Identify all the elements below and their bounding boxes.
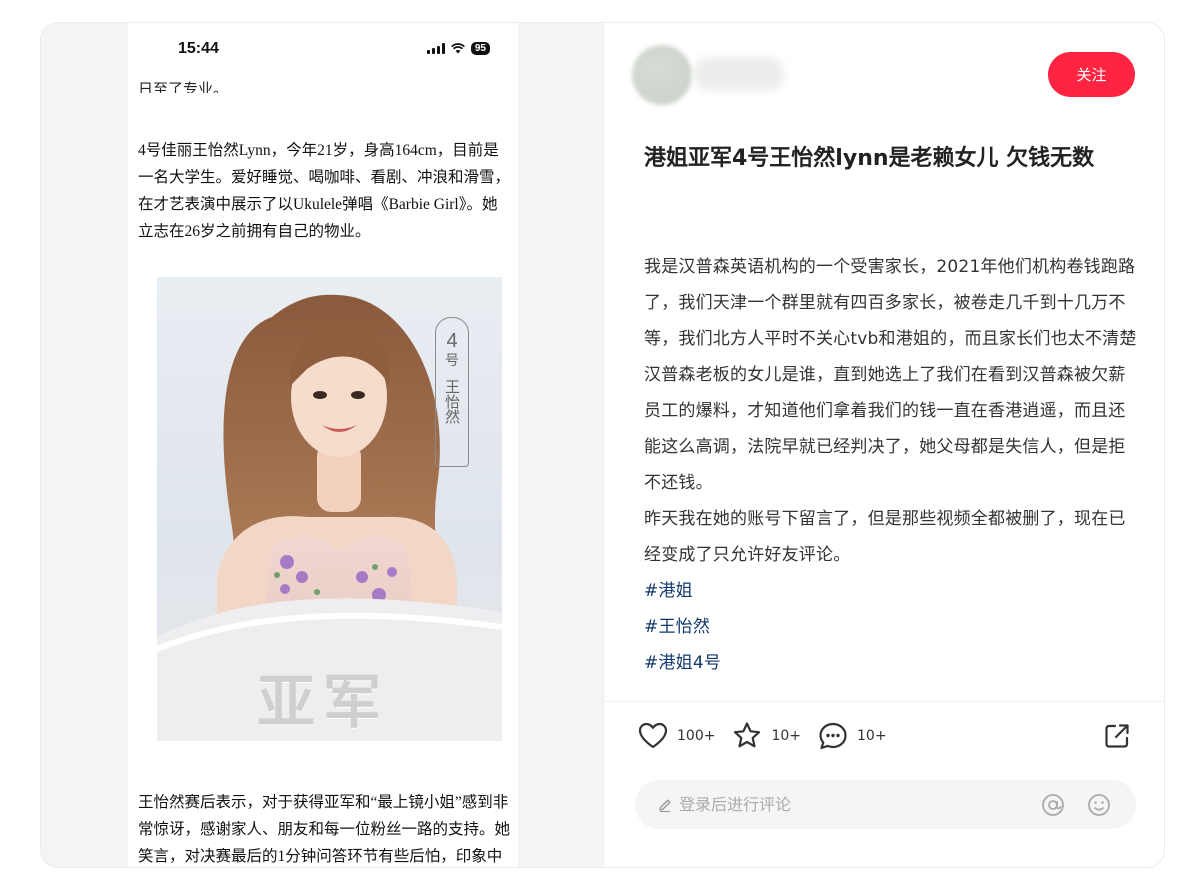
share-icon[interactable] (1102, 721, 1132, 751)
like-count: 100+ (677, 728, 716, 744)
battery-icon: 95 (470, 42, 490, 55)
post-body-paragraph-1: 我是汉普森英语机构的一个受害家长，2021年他们机构卷钱跑路了，我们天津一个群里… (644, 257, 1137, 493)
post-body-paragraph-2: 昨天我在她的账号下留言了，但是那些视频全都被删了，现在已经变成了只允许好友评论。 (644, 509, 1126, 565)
post-title: 港姐亚军4号王怡然lynn是老赖女儿 欠钱无数 (644, 146, 1095, 171)
award-title: 亚军 (257, 668, 390, 736)
heart-icon (638, 722, 668, 749)
mention-icon[interactable] (1040, 792, 1066, 818)
note-card: 15:44 95 日至了专业。 4号佳丽王怡然Lynn，今年21岁，身高164c… (40, 22, 1165, 868)
contestant-number-suffix: 号 (445, 353, 459, 369)
cut-text: 日至了专业。 (138, 82, 229, 93)
status-time: 15:44 (178, 40, 219, 57)
comment-button[interactable]: 10+ (817, 720, 887, 752)
author-avatar[interactable] (632, 45, 692, 105)
hashtag-link[interactable]: #港姐 (644, 573, 1139, 609)
phone-screenshot: 15:44 95 日至了专业。 4号佳丽王怡然Lynn，今年21岁，身高164c… (128, 23, 518, 867)
hashtag-link[interactable]: #港姐4号 (644, 645, 1139, 681)
post-detail: 关注 港姐亚军4号王怡然lynn是老赖女儿 欠钱无数 我是汉普森英语机构的一个受… (603, 23, 1164, 867)
hashtag-link[interactable]: #王怡然 (644, 609, 1139, 645)
author-name-blurred[interactable] (694, 57, 784, 91)
star-icon (734, 722, 761, 748)
wifi-icon (450, 43, 465, 54)
comment-input[interactable] (679, 795, 1039, 814)
pencil-icon (659, 799, 671, 812)
follow-button[interactable]: 关注 (1048, 52, 1135, 97)
collect-count: 10+ (771, 728, 801, 744)
status-bar: 15:44 95 (128, 23, 518, 75)
contestant-number: 4 (446, 330, 458, 352)
contestant-photo: 4 号 王怡然 亚军 (157, 277, 502, 741)
divider (604, 701, 1164, 702)
signal-icon (426, 43, 445, 54)
comment-bubble-icon (819, 722, 847, 750)
like-button[interactable]: 100+ (637, 720, 715, 752)
collect-button[interactable]: 10+ (731, 720, 801, 752)
emoji-icon[interactable] (1086, 792, 1112, 818)
contestant-name: 王怡然 (443, 379, 461, 424)
article-paragraph-1: 4号佳丽王怡然Lynn，今年21岁，身高164cm，目前是一名大学生。爱好睡觉、… (138, 142, 511, 240)
post-body: 我是汉普森英语机构的一个受害家长，2021年他们机构卷钱跑路了，我们天津一个群里… (644, 249, 1139, 681)
comment-bar (635, 780, 1136, 829)
status-icons: 95 (426, 42, 490, 55)
comment-count: 10+ (857, 728, 887, 744)
contestant-label: 4 号 王怡然 (435, 317, 469, 467)
engagement-bar: 100+ 10+ 10+ (637, 719, 903, 753)
article-paragraph-2: 王怡然赛后表示，对于获得亚军和“最上镜小姐”感到非常惊讶，感谢家人、朋友和每一位… (138, 794, 511, 865)
media-pane: 15:44 95 日至了专业。 4号佳丽王怡然Lynn，今年21岁，身高164c… (41, 23, 603, 867)
